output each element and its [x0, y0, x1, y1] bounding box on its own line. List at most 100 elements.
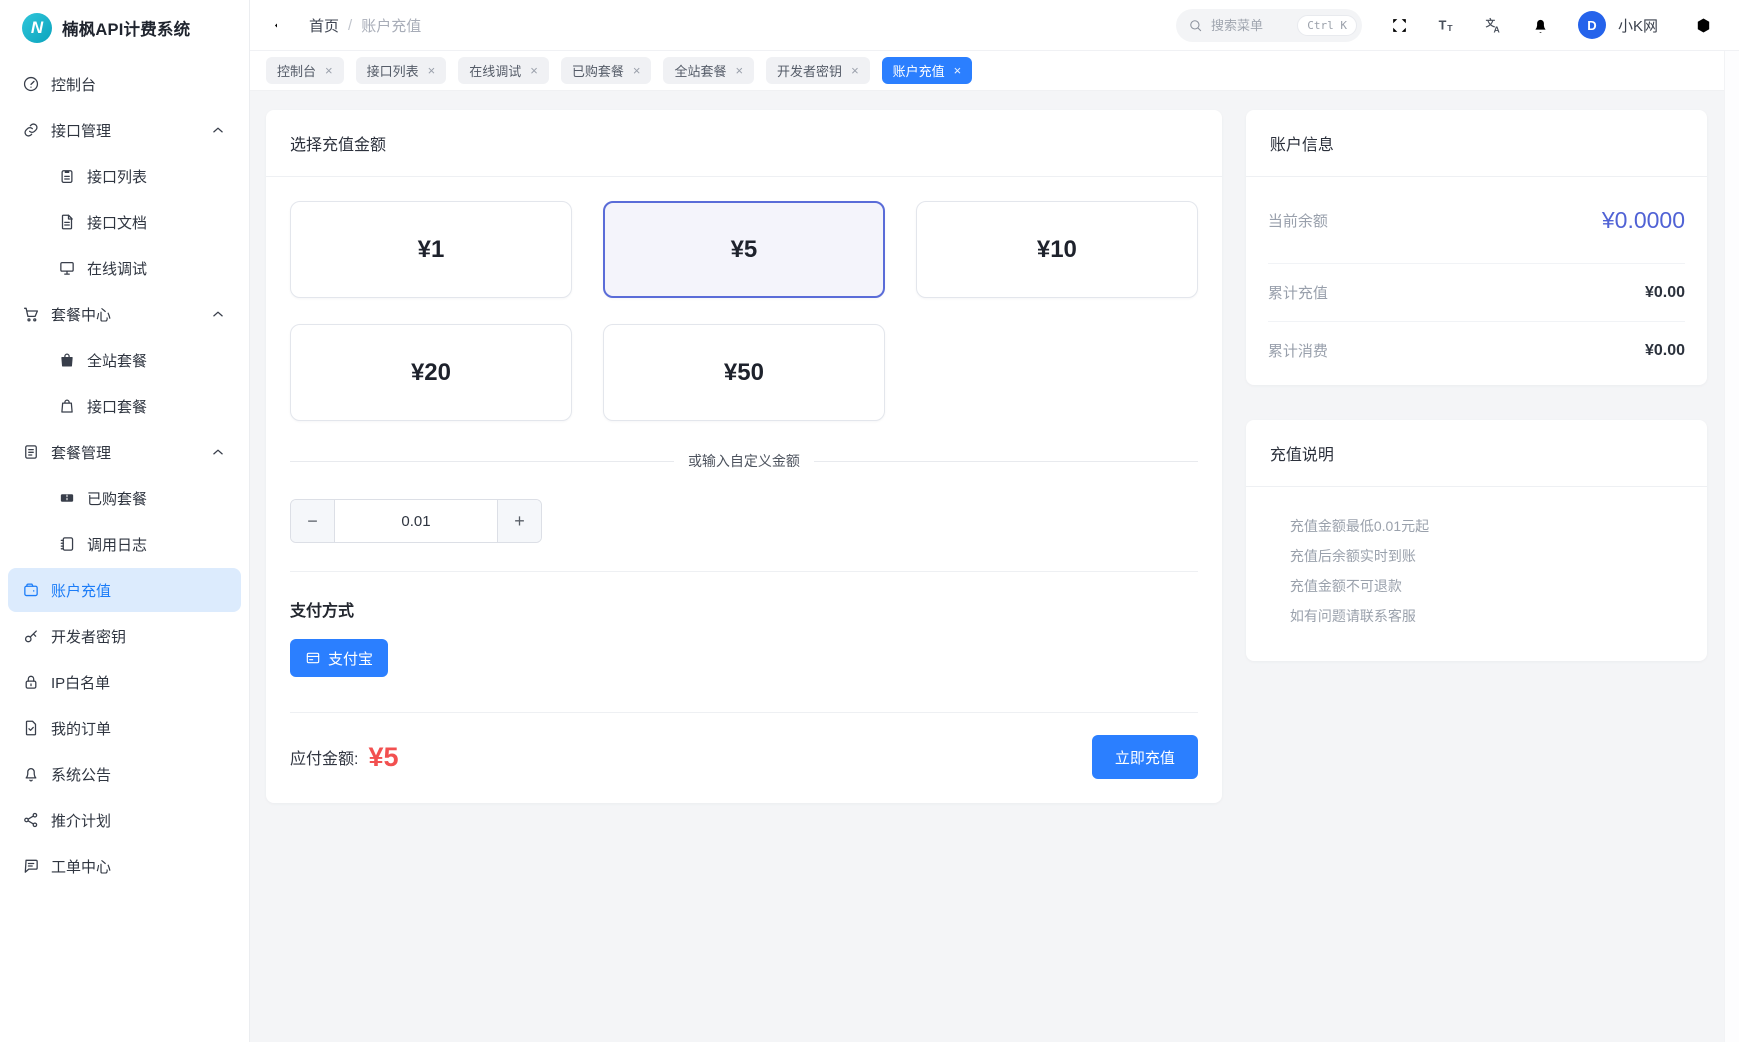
total-spend-value: ¥0.00 [1645, 342, 1685, 360]
shopping-bag-icon [58, 397, 76, 415]
sidebar-item-label: 已购套餐 [87, 488, 147, 509]
instruction-item: 充值金额不可退款 [1290, 571, 1683, 601]
close-icon[interactable]: × [954, 64, 962, 77]
tab-online-debug[interactable]: 在线调试 × [458, 57, 549, 84]
sidebar-item-referral-program[interactable]: 推介计划 [8, 798, 241, 842]
font-size-icon[interactable] [1437, 16, 1456, 35]
close-icon[interactable]: × [735, 64, 743, 77]
chevron-up-icon [209, 443, 227, 461]
sidebar-item-site-packages[interactable]: 全站套餐 [8, 338, 241, 382]
stepper-increase-button[interactable]: + [497, 500, 541, 542]
close-icon[interactable]: × [325, 64, 333, 77]
total-recharge-label: 累计充值 [1268, 282, 1328, 303]
sidebar-item-label: 系统公告 [51, 764, 111, 785]
settings-gear-icon[interactable] [1694, 16, 1713, 35]
sidebar-item-label: 我的订单 [51, 718, 111, 739]
close-icon[interactable]: × [530, 64, 538, 77]
amount-options: ¥1 ¥5 ¥10 ¥20 ¥50 [290, 201, 1198, 421]
document-icon [58, 213, 76, 231]
lock-icon [22, 673, 40, 691]
tab-developer-keys[interactable]: 开发者密钥 × [766, 57, 870, 84]
tab-label: 已购套餐 [572, 61, 624, 80]
breadcrumb-home[interactable]: 首页 [309, 15, 339, 36]
sidebar-item-label: 接口文档 [87, 212, 147, 233]
translate-icon[interactable] [1484, 16, 1503, 35]
recharge-instructions-title: 充值说明 [1246, 420, 1707, 487]
custom-amount-divider: 或输入自定义金额 [290, 451, 1198, 471]
ticket-icon [58, 489, 76, 507]
amount-option-10[interactable]: ¥10 [916, 201, 1198, 298]
close-icon[interactable]: × [851, 64, 859, 77]
sidebar-item-ticket-center[interactable]: 工单中心 [8, 844, 241, 888]
chevron-up-icon [209, 121, 227, 139]
sidebar-item-dashboard[interactable]: 控制台 [8, 62, 241, 106]
menu-search[interactable]: Ctrl K [1176, 9, 1362, 42]
sidebar-item-account-recharge[interactable]: 账户充值 [8, 568, 241, 612]
avatar[interactable]: D [1578, 11, 1606, 39]
payment-card-icon [305, 650, 321, 666]
sidebar-item-label: 接口列表 [87, 166, 147, 187]
sidebar-item-my-orders[interactable]: 我的订单 [8, 706, 241, 750]
sidebar: N 楠枫API计费系统 控制台 接口管理 接口列表 接口文档 [0, 0, 250, 1042]
tab-purchased-packages[interactable]: 已购套餐 × [561, 57, 652, 84]
app-logo-icon: N [22, 13, 52, 43]
search-input[interactable] [1211, 18, 1289, 33]
sidebar-item-label: 接口管理 [51, 120, 111, 141]
amount-option-50[interactable]: ¥50 [603, 324, 885, 421]
sidebar-item-api-list[interactable]: 接口列表 [8, 154, 241, 198]
topbar-actions: Ctrl K D 小K网 [1176, 9, 1713, 42]
page-content: 选择充值金额 ¥1 ¥5 ¥10 ¥20 ¥50 或输入自定义金额 − 0.01… [250, 91, 1739, 1042]
sidebar-item-package-center[interactable]: 套餐中心 [8, 292, 241, 336]
close-icon[interactable]: × [633, 64, 641, 77]
chat-icon [22, 857, 40, 875]
sidebar-item-package-management[interactable]: 套餐管理 [8, 430, 241, 474]
instruction-item: 如有问题请联系客服 [1290, 601, 1683, 631]
amount-option-5[interactable]: ¥5 [603, 201, 885, 298]
sidebar-item-system-announcements[interactable]: 系统公告 [8, 752, 241, 796]
sidebar-item-developer-keys[interactable]: 开发者密钥 [8, 614, 241, 658]
tab-strip: 控制台 × 接口列表 × 在线调试 × 已购套餐 × 全站套餐 × 开发者密钥 … [250, 51, 1739, 91]
amount-option-20[interactable]: ¥20 [290, 324, 572, 421]
account-row-balance: 当前余额 ¥0.0000 [1268, 177, 1685, 263]
amount-option-1[interactable]: ¥1 [290, 201, 572, 298]
tab-dashboard[interactable]: 控制台 × [266, 57, 344, 84]
tab-site-packages[interactable]: 全站套餐 × [663, 57, 754, 84]
share-icon [22, 811, 40, 829]
sidebar-item-label: 账户充值 [51, 580, 111, 601]
monitor-icon [58, 259, 76, 277]
stepper-value[interactable]: 0.01 [335, 500, 497, 542]
sidebar-item-api-docs[interactable]: 接口文档 [8, 200, 241, 244]
topbar: 首页 / 账户充值 Ctrl K D 小K网 [250, 0, 1739, 51]
sidebar-item-api-packages[interactable]: 接口套餐 [8, 384, 241, 428]
stepper-decrease-button[interactable]: − [291, 500, 335, 542]
alipay-button[interactable]: 支付宝 [290, 639, 388, 677]
user-name[interactable]: 小K网 [1618, 15, 1658, 36]
account-info-card: 账户信息 当前余额 ¥0.0000 累计充值 ¥0.00 累计消费 ¥0.00 [1246, 110, 1707, 385]
total-spend-label: 累计消费 [1268, 340, 1328, 361]
gauge-icon [22, 75, 40, 93]
breadcrumb-current: 账户充值 [361, 15, 421, 36]
app-title: 楠枫API计费系统 [62, 16, 190, 40]
account-info-title: 账户信息 [1246, 110, 1707, 177]
tab-account-recharge[interactable]: 账户充值 × [882, 57, 973, 84]
recharge-now-button[interactable]: 立即充值 [1092, 735, 1198, 779]
sidebar-item-purchased-packages[interactable]: 已购套餐 [8, 476, 241, 520]
sidebar-item-label: 在线调试 [87, 258, 147, 279]
close-icon[interactable]: × [428, 64, 436, 77]
sidebar-item-ip-whitelist[interactable]: IP白名单 [8, 660, 241, 704]
recharge-card: 选择充值金额 ¥1 ¥5 ¥10 ¥20 ¥50 或输入自定义金额 − 0.01… [266, 110, 1222, 803]
alipay-button-label: 支付宝 [328, 648, 373, 669]
total-recharge-value: ¥0.00 [1645, 284, 1685, 302]
recharge-footer: 应付金额: ¥5 立即充值 [290, 735, 1198, 779]
collapse-sidebar-icon[interactable] [272, 16, 291, 35]
app-window: N 楠枫API计费系统 控制台 接口管理 接口列表 接口文档 [0, 0, 1739, 1042]
sidebar-item-label: 套餐管理 [51, 442, 111, 463]
scrollbar[interactable] [1724, 51, 1739, 1042]
notifications-bell-icon[interactable] [1531, 16, 1550, 35]
sidebar-item-api-management[interactable]: 接口管理 [8, 108, 241, 152]
tab-api-list[interactable]: 接口列表 × [356, 57, 447, 84]
sidebar-item-call-logs[interactable]: 调用日志 [8, 522, 241, 566]
fullscreen-icon[interactable] [1390, 16, 1409, 35]
sidebar-item-online-debug[interactable]: 在线调试 [8, 246, 241, 290]
bell-icon [22, 765, 40, 783]
